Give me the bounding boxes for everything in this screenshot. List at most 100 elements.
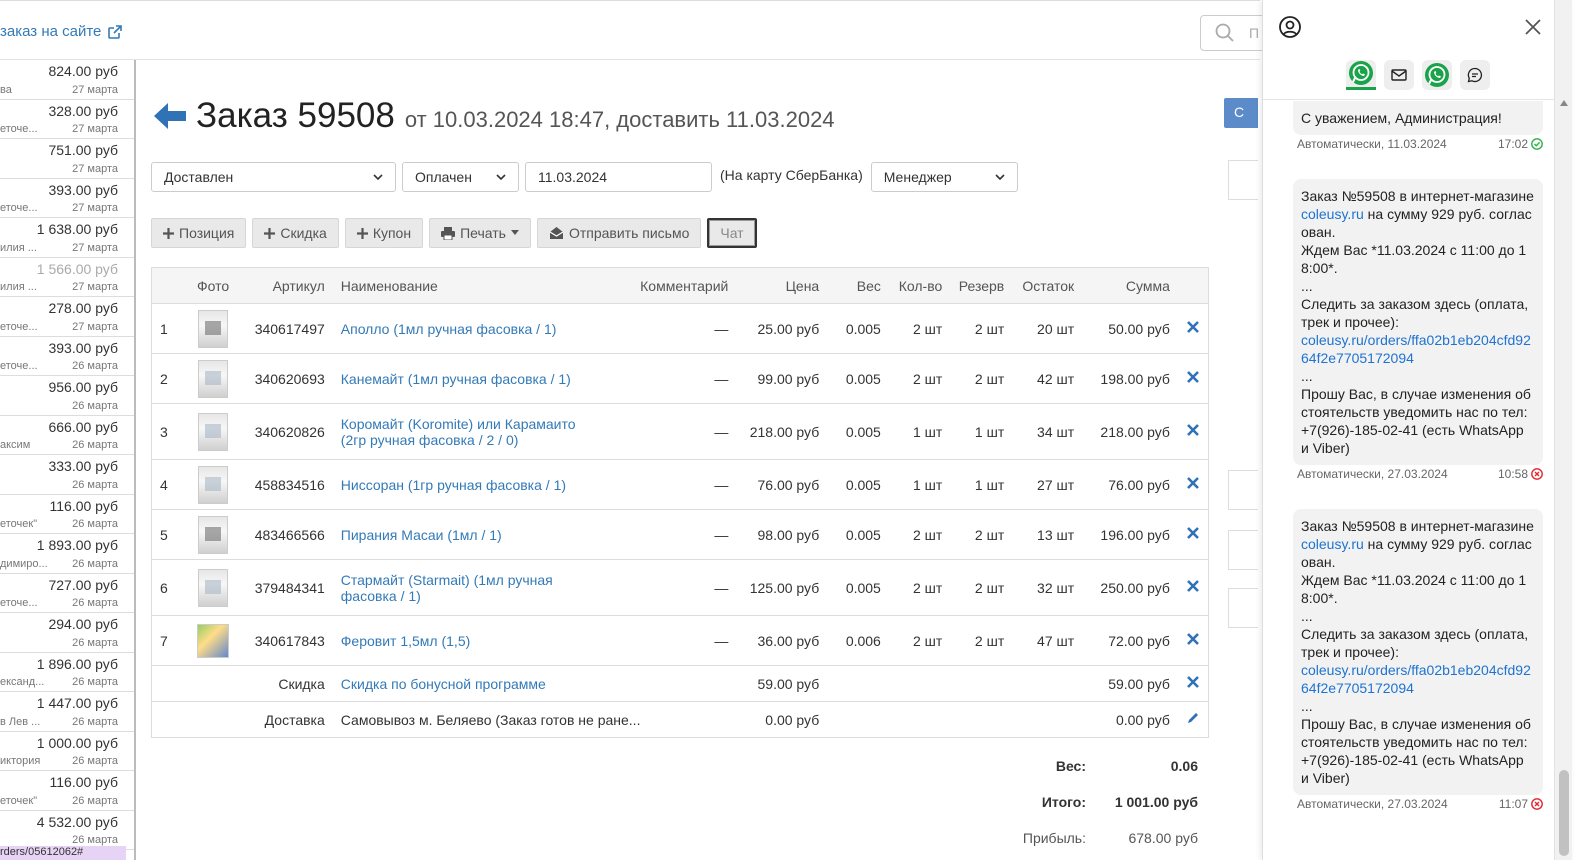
scrollbar-thumb[interactable] bbox=[1559, 770, 1569, 856]
list-item[interactable]: 393.00 руб еточе... 27 марта bbox=[0, 179, 134, 218]
site-link[interactable]: coleusy.ru bbox=[1301, 206, 1364, 222]
print-dropdown-button[interactable]: Печать bbox=[429, 218, 531, 248]
back-arrow-icon[interactable] bbox=[154, 102, 186, 130]
payment-status-select[interactable]: Оплачен bbox=[402, 162, 519, 192]
product-name-link[interactable]: Ниссоран (1гр ручная фасовка / 1) bbox=[341, 477, 566, 493]
add-position-button[interactable]: Позиция bbox=[151, 218, 247, 248]
list-item[interactable]: 278.00 руб еточе... 27 марта bbox=[0, 297, 134, 337]
product-name-link[interactable]: Феровит 1,5мл (1,5) bbox=[341, 633, 471, 649]
list-item[interactable]: 294.00 руб 26 марта bbox=[0, 613, 134, 653]
discount-price: 59.00 руб bbox=[736, 665, 828, 702]
channel-whatsapp-1[interactable] bbox=[1345, 59, 1376, 90]
list-item[interactable]: 824.00 руб ва 27 марта bbox=[0, 60, 134, 100]
product-price: 98.00 руб bbox=[736, 509, 828, 560]
list-item[interactable]: 333.00 руб 26 марта bbox=[0, 455, 134, 495]
product-stock: 47 шт bbox=[1012, 615, 1083, 666]
product-name-link[interactable]: Канемайт (1мл ручная фасовка / 1) bbox=[341, 371, 571, 387]
remove-cell bbox=[1177, 459, 1209, 510]
status-select[interactable]: Доставлен bbox=[151, 162, 396, 192]
list-item[interactable]: 1 896.00 руб ександ... 26 марта bbox=[0, 653, 134, 692]
product-name-link[interactable]: Аполло (1мл ручная фасовка / 1) bbox=[341, 321, 557, 337]
product-photo[interactable] bbox=[179, 403, 247, 460]
list-item[interactable]: 1 447.00 руб в Лев ... 26 марта bbox=[0, 692, 134, 732]
product-name-cell: Ниссоран (1гр ручная фасовка / 1) bbox=[332, 459, 608, 510]
product-photo[interactable] bbox=[179, 615, 247, 666]
list-item[interactable]: 4 532.00 руб 26 марта bbox=[0, 811, 134, 850]
order-date: 27 марта bbox=[72, 123, 118, 135]
product-photo[interactable] bbox=[179, 559, 247, 616]
site-link[interactable]: coleusy.ru bbox=[1301, 536, 1364, 552]
list-item[interactable]: 1 638.00 руб илия ... 27 марта bbox=[0, 218, 134, 258]
remove-icon[interactable] bbox=[1186, 320, 1200, 334]
product-reserve: 1 шт bbox=[950, 459, 1013, 510]
order-tracking-link[interactable]: coleusy.ru/orders/ffa02b1eb204cfd9264f2e… bbox=[1301, 332, 1531, 366]
chat-scrollbar[interactable] bbox=[1554, 0, 1572, 860]
message-text: Заказ №59508 в интернет-магазине bbox=[1301, 188, 1538, 204]
discount-sum: 59.00 руб bbox=[1082, 665, 1178, 702]
product-photo[interactable] bbox=[179, 459, 247, 510]
scroll-up-icon[interactable] bbox=[1560, 100, 1568, 106]
delivery-date-input[interactable]: 11.03.2024 bbox=[525, 162, 712, 192]
remove-icon[interactable] bbox=[1186, 423, 1200, 437]
add-discount-button[interactable]: Скидка bbox=[252, 218, 339, 248]
product-photo[interactable] bbox=[179, 353, 247, 404]
list-item[interactable]: 1 000.00 руб иктория 26 марта bbox=[0, 732, 134, 771]
discount-name-cell: Скидка по бонусной программе bbox=[332, 665, 737, 702]
channel-messenger[interactable] bbox=[1459, 59, 1490, 90]
chat-button[interactable]: Чат bbox=[707, 218, 757, 248]
remove-cell bbox=[1177, 559, 1209, 616]
list-item[interactable]: 1 566.00 руб илия ... 27 марта bbox=[0, 258, 134, 297]
product-sku: 379484341 bbox=[246, 559, 333, 616]
col-reserve: Резерв bbox=[950, 267, 1013, 304]
list-item[interactable]: 956.00 руб 26 марта bbox=[0, 376, 134, 416]
product-photo[interactable] bbox=[179, 509, 247, 560]
product-sku: 340620826 bbox=[246, 403, 333, 460]
col-qty: Кол-во bbox=[888, 267, 951, 304]
remove-cell bbox=[1177, 665, 1209, 702]
remove-icon[interactable] bbox=[1186, 675, 1200, 689]
channel-email[interactable] bbox=[1383, 59, 1414, 90]
add-coupon-button[interactable]: Купон bbox=[344, 218, 424, 248]
order-date: 26 марта bbox=[72, 557, 118, 570]
col-index bbox=[151, 267, 180, 304]
order-on-site-link[interactable]: заказ на сайте bbox=[0, 23, 123, 40]
order-tracking-link[interactable]: coleusy.ru/orders/ffa02b1eb204cfd9264f2e… bbox=[1301, 662, 1531, 696]
product-name-link[interactable]: Коромайт (Koromite) или Карамаито (2гр р… bbox=[341, 416, 576, 448]
add-position-label: Позиция bbox=[179, 225, 235, 241]
product-name-cell: Канемайт (1мл ручная фасовка / 1) bbox=[332, 353, 608, 404]
list-item[interactable]: 393.00 руб еточе... 26 марта bbox=[0, 337, 134, 376]
customer-name: еточе... bbox=[0, 360, 38, 372]
discount-row-label: Скидка bbox=[151, 665, 333, 702]
list-item[interactable]: 116.00 руб еточек" 26 марта bbox=[0, 495, 134, 534]
send-letter-button[interactable]: Отправить письмо bbox=[536, 218, 702, 248]
remove-cell bbox=[1177, 615, 1209, 666]
product-name-link[interactable]: Пирания Масаи (1мл / 1) bbox=[341, 527, 502, 543]
channel-whatsapp-2[interactable] bbox=[1421, 59, 1452, 90]
product-sku: 340617843 bbox=[246, 615, 333, 666]
list-item[interactable]: 666.00 руб аксим 26 марта bbox=[0, 416, 134, 455]
order-date: 26 марта bbox=[72, 794, 118, 807]
product-weight: 0.006 bbox=[827, 615, 889, 666]
remove-icon[interactable] bbox=[1186, 632, 1200, 646]
list-item[interactable]: 1 893.00 руб димиро... 26 марта bbox=[0, 534, 134, 574]
close-icon[interactable] bbox=[1524, 18, 1542, 36]
delivery-sum: 0.00 руб bbox=[1082, 701, 1178, 738]
pencil-icon[interactable] bbox=[1186, 711, 1200, 725]
col-photo: Фото bbox=[179, 267, 247, 304]
list-item[interactable]: 116.00 руб еточек" 26 марта bbox=[0, 771, 134, 811]
product-photo[interactable] bbox=[179, 303, 247, 354]
product-qty: 2 шт bbox=[888, 509, 951, 560]
message-text: на сумму 929 руб. согласован. Ждем Вас *… bbox=[1301, 536, 1532, 660]
remove-icon[interactable] bbox=[1186, 526, 1200, 540]
list-item[interactable]: 727.00 руб еточе... 26 марта bbox=[0, 574, 134, 613]
product-name-link[interactable]: Стармайт (Starmait) (1мл ручная фасовка … bbox=[341, 572, 553, 604]
discount-name-link[interactable]: Скидка по бонусной программе bbox=[341, 676, 546, 692]
manager-select[interactable]: Менеджер bbox=[870, 162, 1018, 192]
remove-icon[interactable] bbox=[1186, 370, 1200, 384]
product-thumbnail bbox=[198, 515, 229, 554]
side-action-button[interactable]: С bbox=[1224, 98, 1258, 128]
list-item[interactable]: 751.00 руб 27 марта bbox=[0, 139, 134, 179]
list-item[interactable]: 328.00 руб еточе... 27 марта bbox=[0, 100, 134, 139]
remove-icon[interactable] bbox=[1186, 579, 1200, 593]
remove-icon[interactable] bbox=[1186, 476, 1200, 490]
